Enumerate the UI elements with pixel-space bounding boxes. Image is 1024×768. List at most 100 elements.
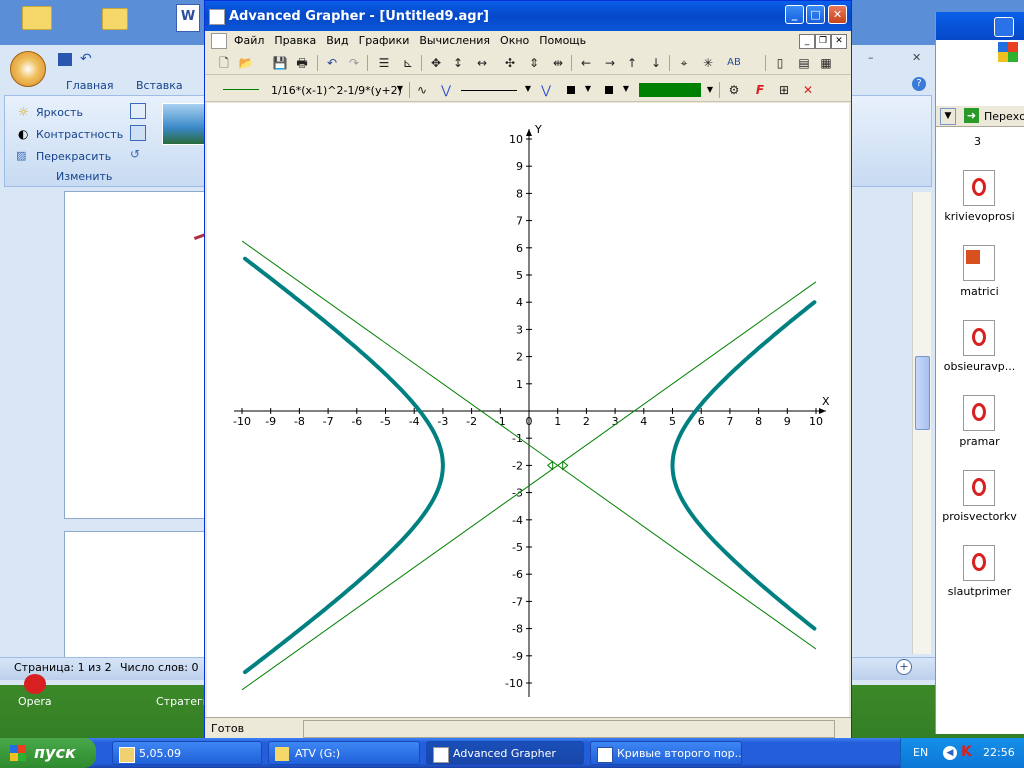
arrow-left-icon[interactable]: ← (577, 55, 595, 71)
marker-sample (567, 86, 575, 94)
compress-icon[interactable] (130, 103, 146, 119)
file-item[interactable]: matrici (935, 245, 1024, 305)
zoom-in-icon[interactable]: + (896, 659, 912, 675)
save-icon[interactable]: 💾 (271, 55, 289, 71)
open-file-icon[interactable]: 📂 (237, 55, 255, 71)
menu-window[interactable]: Окно (495, 31, 534, 51)
contrast-button[interactable]: Контрастность (36, 128, 123, 141)
ribbon-tab-home[interactable]: Главная (66, 79, 114, 92)
folder-icon[interactable] (102, 8, 128, 30)
menu-graphs[interactable]: Графики (354, 31, 415, 51)
qat-undo-icon[interactable]: ↶ (80, 51, 92, 67)
menu-file[interactable]: Файл (229, 31, 269, 51)
graph-properties-icon[interactable]: ⚙ (725, 82, 743, 98)
picture-style-thumbnail[interactable] (162, 103, 208, 145)
task-button-active[interactable]: Advanced Grapher (426, 741, 584, 765)
status-word-count[interactable]: Число слов: 0 (120, 661, 199, 674)
change-picture-icon[interactable] (130, 125, 146, 141)
file-item[interactable]: slautprimer (935, 545, 1024, 605)
zoom-in-icon[interactable]: ✣ (501, 55, 519, 71)
qat-save-icon[interactable] (58, 53, 72, 66)
mdi-restore-icon[interactable]: ❐ (815, 34, 831, 49)
print-icon[interactable]: 🖶 (293, 55, 311, 71)
file-item[interactable]: obsieuravp... (935, 320, 1024, 380)
doc-icon[interactable] (211, 33, 227, 49)
go-button[interactable]: Переход (984, 110, 1024, 123)
minimize-button[interactable]: _ (785, 5, 804, 24)
zoom-all-icon[interactable]: ✳ (699, 55, 717, 71)
file-item[interactable]: pramar (935, 395, 1024, 455)
menu-help[interactable]: Помощь (534, 31, 591, 51)
graph-color-selector[interactable]: ▼ (637, 83, 713, 97)
address-dropdown-icon[interactable]: ▼ (940, 108, 956, 125)
marker-style-icon[interactable]: ⋁ (537, 82, 555, 98)
file-item-label[interactable]: 3 (974, 135, 981, 148)
line-style-selector[interactable]: ▼ (459, 82, 531, 98)
tray-arrow-icon[interactable]: ◀ (943, 746, 957, 760)
labels-icon[interactable]: AB (725, 55, 743, 71)
add-function-icon[interactable]: F (751, 82, 769, 98)
grapher-titlebar[interactable]: Advanced Grapher - [Untitled9.agr] _ □ ✕ (205, 1, 851, 31)
task-button[interactable]: Кривые второго пор... (590, 741, 742, 765)
mdi-close-icon[interactable]: ✕ (831, 34, 847, 49)
calculator-icon[interactable]: ▤ (795, 55, 813, 71)
file-item[interactable]: krivievoprosi (935, 170, 1024, 230)
table-icon[interactable]: ▦ (817, 55, 835, 71)
task-button[interactable]: ATV (G:) (268, 741, 420, 765)
axes-icon[interactable]: ⊾ (399, 55, 417, 71)
grapher-window: Advanced Grapher - [Untitled9.agr] _ □ ✕… (204, 0, 852, 740)
arrow-right-icon[interactable]: → (601, 55, 619, 71)
scrollbar-thumb[interactable] (915, 356, 930, 430)
list-icon[interactable]: ☰ (375, 55, 393, 71)
explorer-minimize-icon[interactable] (994, 17, 1014, 37)
new-file-icon[interactable]: 🗋 (215, 55, 233, 71)
go-arrow-icon[interactable]: ➜ (964, 108, 979, 123)
arrow-down-icon[interactable]: ↓ (647, 55, 665, 71)
folder-icon[interactable] (22, 6, 52, 30)
kaspersky-icon[interactable]: K (961, 744, 972, 760)
redo-icon[interactable]: ↷ (345, 55, 363, 71)
desktop-icon-label[interactable]: Стратеги (156, 695, 210, 708)
recolor-button[interactable]: Перекрасить (36, 150, 111, 163)
delete-graph-icon[interactable]: ✕ (799, 82, 817, 98)
start-button[interactable]: пуск (0, 738, 96, 768)
plot-area[interactable]: X Y -10 -9 -8 -7 -6 -5 -4 -3 -2 -1 0 1 2 3 4 5 6 7 8 9 10 10 9 8 7… (207, 103, 849, 717)
pan-icon[interactable]: ✥ (427, 55, 445, 71)
marker-color-selector[interactable]: ▼ (601, 84, 629, 96)
add-graph-icon[interactable]: ⊞ (775, 82, 793, 98)
arrow-up-icon[interactable]: ↑ (623, 55, 641, 71)
explorer-scrollbar[interactable] (912, 192, 931, 654)
reset-picture-icon[interactable]: ↺ (130, 147, 144, 161)
file-item[interactable]: proisvectorkv (935, 470, 1024, 530)
vertical-style-icon[interactable]: ⋁ (437, 82, 455, 98)
compress-vertical-icon[interactable]: ⇕ (525, 55, 543, 71)
menu-view[interactable]: Вид (321, 31, 353, 51)
language-indicator[interactable]: EN (913, 746, 928, 759)
office-button[interactable] (10, 51, 46, 87)
compress-horizontal-icon[interactable]: ⇹ (549, 55, 567, 71)
help-icon[interactable]: ? (912, 77, 926, 91)
page-icon[interactable]: ▯ (771, 55, 789, 71)
word-close-icon[interactable]: ✕ (912, 51, 921, 64)
mdi-minimize-icon[interactable]: _ (799, 34, 815, 49)
status-text: Готов (211, 722, 245, 735)
desktop-icon-label[interactable]: Opera (18, 695, 52, 708)
ribbon-tab-insert[interactable]: Вставка (136, 79, 183, 92)
undo-icon[interactable]: ↶ (323, 55, 341, 71)
graph-selector[interactable]: 1/16*(x-1)^2-1/9*(y+2) ▼ (267, 81, 405, 99)
stretch-vertical-icon[interactable]: ↕ (449, 55, 467, 71)
status-page-count[interactable]: Страница: 1 из 2 (14, 661, 112, 674)
menu-calculations[interactable]: Вычисления (414, 31, 495, 51)
word-minimize-icon[interactable]: – (868, 51, 874, 64)
task-button[interactable]: 5,05.09 (112, 741, 262, 765)
curve-style-icon[interactable]: ∿ (413, 82, 431, 98)
marker-size-selector[interactable]: ▼ (563, 84, 591, 96)
maximize-button[interactable]: □ (806, 5, 825, 24)
stretch-horizontal-icon[interactable]: ↔ (473, 55, 491, 71)
opera-icon[interactable] (24, 674, 46, 694)
brightness-button[interactable]: Яркость (36, 106, 83, 119)
close-button[interactable]: ✕ (828, 5, 847, 24)
menu-edit[interactable]: Правка (269, 31, 321, 51)
crosshair-icon[interactable]: ⌖ (675, 55, 693, 71)
word-doc-icon[interactable]: W (176, 4, 200, 32)
